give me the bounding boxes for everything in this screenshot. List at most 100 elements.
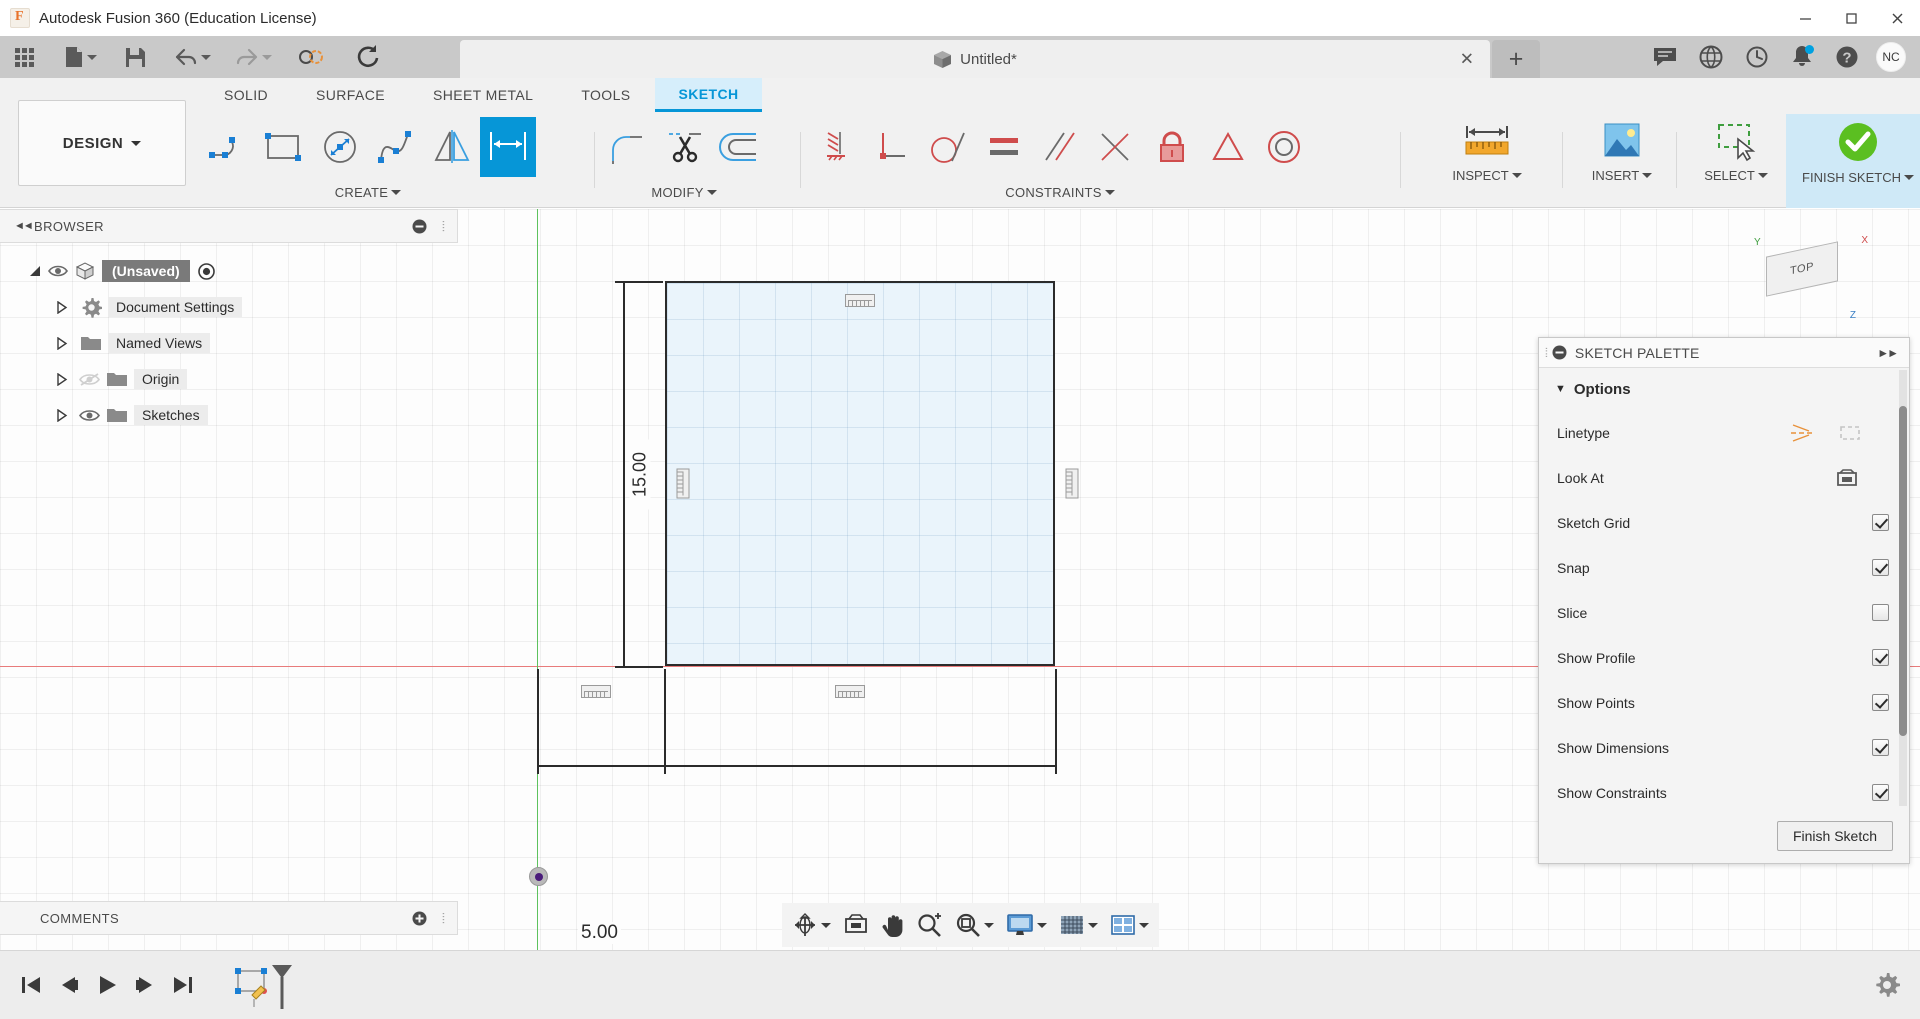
tree-node-sketches[interactable]: Sketches: [0, 397, 458, 433]
sketch-grid-row[interactable]: Sketch Grid: [1539, 500, 1909, 545]
rectangle-tool[interactable]: [256, 117, 312, 177]
symmetry-constraint[interactable]: [1200, 117, 1256, 177]
show-profile-row[interactable]: Show Profile: [1539, 635, 1909, 680]
grip-icon[interactable]: ⦙: [1545, 345, 1548, 361]
zoom-button[interactable]: [911, 903, 949, 947]
viewports-button[interactable]: [1104, 903, 1155, 947]
save-button[interactable]: [118, 36, 153, 78]
inspect-panel[interactable]: INSPECT: [1415, 114, 1559, 206]
visibility-eye-icon[interactable]: [44, 264, 72, 278]
sketch-dimension-tool[interactable]: [480, 117, 536, 177]
show-constraints-row[interactable]: Show Constraints: [1539, 770, 1909, 808]
plus-circle-icon[interactable]: [412, 911, 427, 926]
constraint-vertical-left[interactable]: [676, 468, 690, 499]
finish-sketch-panel[interactable]: FINISH SKETCH: [1786, 114, 1920, 208]
visibility-eye-icon[interactable]: [76, 408, 104, 423]
fit-button[interactable]: [949, 903, 1000, 947]
expand-right-icon[interactable]: ►►: [1877, 346, 1899, 360]
ribbon-tab-sheet-metal[interactable]: SHEET METAL: [409, 78, 557, 112]
centerline-linetype-icon[interactable]: [1837, 422, 1863, 444]
look-at-row[interactable]: Look At: [1539, 455, 1909, 500]
job-status-button[interactable]: [1734, 36, 1780, 78]
ribbon-tab-surface[interactable]: SURFACE: [292, 78, 409, 112]
expand-triangle-icon[interactable]: [52, 334, 70, 352]
undo-button[interactable]: [167, 36, 218, 78]
finish-sketch-button[interactable]: Finish Sketch: [1777, 820, 1893, 851]
look-at-button[interactable]: [837, 903, 875, 947]
horizontal-vertical-constraint[interactable]: [808, 117, 864, 177]
circle-tool[interactable]: [312, 117, 368, 177]
skip-to-beginning-button[interactable]: [12, 965, 50, 1005]
component-activate-radio[interactable]: [197, 262, 215, 280]
link-button[interactable]: [291, 36, 331, 78]
show-points-row[interactable]: Show Points: [1539, 680, 1909, 725]
grip-icon[interactable]: ⦙: [442, 910, 445, 927]
dimension-offset-x[interactable]: 5.00: [578, 922, 621, 944]
construction-linetype-icon[interactable]: [1789, 422, 1815, 444]
sketch-rectangle[interactable]: [665, 281, 1055, 666]
expand-triangle-icon[interactable]: [52, 370, 70, 388]
document-tab[interactable]: Untitled* ✕: [460, 40, 1490, 78]
collapse-left-icon[interactable]: ◄◄: [14, 220, 34, 232]
view-cube-face[interactable]: TOP: [1766, 241, 1838, 297]
minus-circle-icon[interactable]: [412, 219, 427, 234]
mirror-tool[interactable]: [424, 117, 480, 177]
midpoint-constraint[interactable]: [1088, 117, 1144, 177]
origin-point[interactable]: [529, 867, 548, 886]
comments-button[interactable]: [1642, 36, 1688, 78]
comments-panel-header[interactable]: COMMENTS ⦙: [0, 901, 458, 935]
expand-triangle-icon[interactable]: [52, 406, 70, 424]
fillet-tool[interactable]: [600, 117, 656, 177]
extensions-button[interactable]: [1688, 36, 1734, 78]
grip-icon[interactable]: ⦙: [442, 218, 445, 235]
ribbon-tab-solid[interactable]: SOLID: [200, 78, 292, 112]
dimension-height[interactable]: 15.00: [629, 439, 651, 510]
show-constraints-checkbox[interactable]: [1872, 784, 1889, 801]
show-dimensions-row[interactable]: Show Dimensions: [1539, 725, 1909, 770]
show-points-checkbox[interactable]: [1872, 694, 1889, 711]
maximize-icon[interactable]: [1828, 0, 1874, 36]
constraints-group-label[interactable]: CONSTRAINTS: [808, 180, 1312, 204]
pan-button[interactable]: [875, 903, 911, 947]
orbit-button[interactable]: [786, 903, 837, 947]
slice-checkbox[interactable]: [1872, 604, 1889, 621]
tree-node-named-views[interactable]: Named Views: [0, 325, 458, 361]
display-settings-button[interactable]: [1000, 903, 1053, 947]
step-forward-button[interactable]: [126, 965, 164, 1005]
trim-tool[interactable]: [656, 117, 712, 177]
redo-button[interactable]: [228, 36, 279, 78]
compute-all-button[interactable]: [347, 36, 387, 78]
show-dimensions-checkbox[interactable]: [1872, 739, 1889, 756]
ribbon-tab-sketch[interactable]: SKETCH: [654, 78, 763, 112]
tangent-constraint[interactable]: [920, 117, 976, 177]
scrollbar-thumb[interactable]: [1899, 406, 1907, 736]
options-section-header[interactable]: ▼ Options: [1539, 368, 1909, 410]
file-menu-button[interactable]: [57, 36, 104, 78]
spline-tool[interactable]: [368, 117, 424, 177]
expand-triangle-icon[interactable]: [26, 262, 44, 280]
skip-to-end-button[interactable]: [164, 965, 202, 1005]
tree-node-origin[interactable]: Origin: [0, 361, 458, 397]
select-panel[interactable]: SELECT: [1686, 114, 1786, 206]
show-data-panel-button[interactable]: [8, 36, 41, 78]
equal-constraint[interactable]: [976, 117, 1032, 177]
avatar[interactable]: NC: [1876, 42, 1906, 72]
concentric-constraint[interactable]: [1256, 117, 1312, 177]
step-back-button[interactable]: [50, 965, 88, 1005]
constraint-horizontal-top[interactable]: [845, 294, 875, 307]
constraint-horizontal-bottom-left[interactable]: [581, 685, 611, 698]
modify-group-label[interactable]: MODIFY: [600, 180, 768, 204]
insert-panel[interactable]: INSERT: [1572, 114, 1672, 206]
snap-row[interactable]: Snap: [1539, 545, 1909, 590]
timeline-settings-button[interactable]: [1874, 972, 1900, 998]
line-tool[interactable]: [200, 117, 256, 177]
timeline-sketch-feature[interactable]: [230, 961, 300, 1009]
workspace-switcher[interactable]: DESIGN: [18, 100, 186, 186]
constraint-vertical-right[interactable]: [1065, 468, 1079, 499]
play-button[interactable]: [88, 965, 126, 1005]
notifications-button[interactable]: [1780, 36, 1824, 78]
parallel-constraint[interactable]: [1032, 117, 1088, 177]
visibility-eye-off-icon[interactable]: [76, 372, 104, 387]
create-group-label[interactable]: CREATE: [200, 180, 536, 204]
help-button[interactable]: ?: [1824, 36, 1870, 78]
